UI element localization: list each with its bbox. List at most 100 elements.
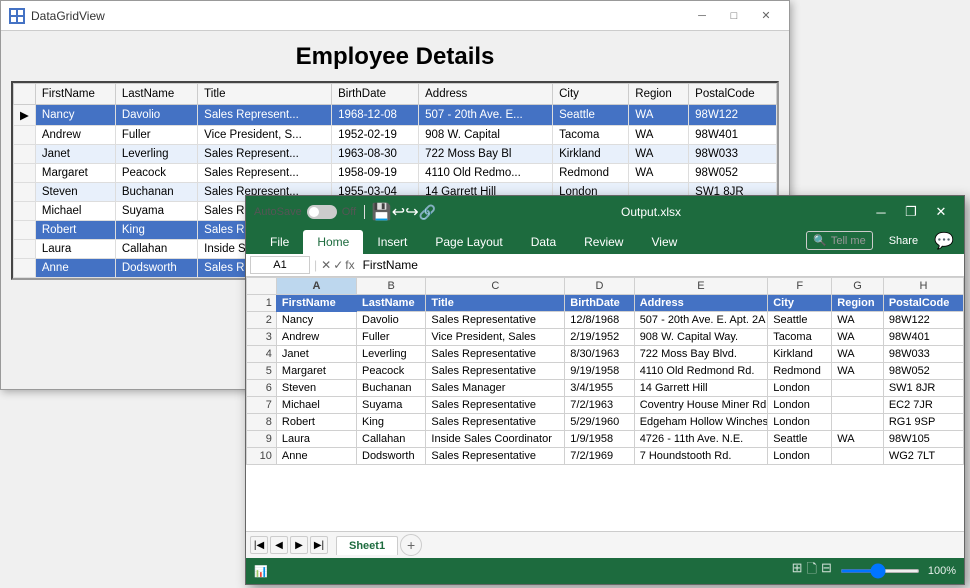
- list-item[interactable]: 4110 Old Redmond Rd.: [634, 363, 768, 380]
- table-row[interactable]: Vice President, S...: [198, 126, 332, 145]
- list-item[interactable]: 8/30/1963: [565, 346, 634, 363]
- list-item[interactable]: Edgeham Hollow Winchester Way: [634, 414, 768, 431]
- list-item[interactable]: 12/8/1968: [565, 312, 634, 329]
- table-row[interactable]: 1952-02-19: [332, 126, 419, 145]
- header-cell[interactable]: PostalCode: [883, 295, 963, 312]
- list-item[interactable]: WA: [832, 312, 884, 329]
- table-row[interactable]: 1968-12-08: [332, 105, 419, 126]
- table-row[interactable]: 4110 Old Redmo...: [419, 164, 553, 183]
- sheet-last-btn[interactable]: ▶|: [310, 536, 328, 554]
- table-row[interactable]: Robert: [35, 221, 115, 240]
- close-button[interactable]: ✕: [751, 6, 781, 26]
- table-row[interactable]: Davolio: [115, 105, 197, 126]
- list-item[interactable]: WG2 7LT: [883, 448, 963, 465]
- header-cell[interactable]: Region: [832, 295, 884, 312]
- table-row[interactable]: Sales Represent...: [198, 145, 332, 164]
- list-item[interactable]: Janet: [276, 346, 356, 363]
- list-item[interactable]: 507 - 20th Ave. E. Apt. 2A: [634, 312, 768, 329]
- list-item[interactable]: Sales Representative: [426, 448, 565, 465]
- col-B[interactable]: B: [357, 278, 426, 295]
- excel-restore-button[interactable]: ❐: [896, 196, 926, 228]
- list-item[interactable]: Tacoma: [768, 329, 832, 346]
- col-title[interactable]: Title: [198, 84, 332, 105]
- table-row[interactable]: Steven: [35, 183, 115, 202]
- list-item[interactable]: Steven: [276, 380, 356, 397]
- list-item[interactable]: 908 W. Capital Way.: [634, 329, 768, 346]
- col-G[interactable]: G: [832, 278, 884, 295]
- list-item[interactable]: Andrew: [276, 329, 356, 346]
- list-item[interactable]: Michael: [276, 397, 356, 414]
- table-row[interactable]: Dodsworth: [115, 259, 197, 278]
- col-firstname[interactable]: FirstName: [35, 84, 115, 105]
- col-address[interactable]: Address: [419, 84, 553, 105]
- table-row[interactable]: Nancy: [35, 105, 115, 126]
- table-row[interactable]: Suyama: [115, 202, 197, 221]
- list-item[interactable]: EC2 7JR: [883, 397, 963, 414]
- list-item[interactable]: Sales Representative: [426, 312, 565, 329]
- col-H[interactable]: H: [883, 278, 963, 295]
- list-item[interactable]: Davolio: [357, 312, 426, 329]
- list-item[interactable]: Nancy: [276, 312, 356, 329]
- tab-file[interactable]: File: [256, 230, 303, 254]
- table-row[interactable]: Margaret: [35, 164, 115, 183]
- header-cell[interactable]: Title: [426, 295, 565, 312]
- table-row[interactable]: Fuller: [115, 126, 197, 145]
- list-item[interactable]: 7 Houndstooth Rd.: [634, 448, 768, 465]
- table-row[interactable]: Callahan: [115, 240, 197, 259]
- tab-review[interactable]: Review: [570, 230, 637, 254]
- list-item[interactable]: [832, 448, 884, 465]
- col-C[interactable]: C: [426, 278, 565, 295]
- sheet1-tab[interactable]: Sheet1: [336, 536, 398, 555]
- tab-page-layout[interactable]: Page Layout: [421, 230, 516, 254]
- list-item[interactable]: Laura: [276, 431, 356, 448]
- share-button[interactable]: Share: [879, 232, 928, 250]
- table-row[interactable]: WA: [629, 105, 689, 126]
- table-row[interactable]: Kirkland: [553, 145, 629, 164]
- list-item[interactable]: Sales Representative: [426, 363, 565, 380]
- tell-me-box[interactable]: 🔍 Tell me: [806, 231, 873, 250]
- minimize-button[interactable]: ─: [687, 6, 717, 26]
- tab-insert[interactable]: Insert: [363, 230, 421, 254]
- list-item[interactable]: London: [768, 380, 832, 397]
- list-item[interactable]: 14 Garrett Hill: [634, 380, 768, 397]
- list-item[interactable]: SW1 8JR: [883, 380, 963, 397]
- table-row[interactable]: 722 Moss Bay Bl: [419, 145, 553, 164]
- table-row[interactable]: Laura: [35, 240, 115, 259]
- table-row[interactable]: WA: [629, 126, 689, 145]
- list-item[interactable]: Inside Sales Coordinator: [426, 431, 565, 448]
- col-F[interactable]: F: [768, 278, 832, 295]
- list-item[interactable]: WA: [832, 363, 884, 380]
- table-row[interactable]: King: [115, 221, 197, 240]
- table-row[interactable]: Sales Represent...: [198, 164, 332, 183]
- list-item[interactable]: [832, 397, 884, 414]
- header-cell[interactable]: LastName: [357, 295, 426, 312]
- list-item[interactable]: Fuller: [357, 329, 426, 346]
- page-break-view-icon[interactable]: ⊟: [821, 560, 832, 582]
- confirm-formula-icon[interactable]: ✓: [333, 258, 343, 272]
- excel-close-button[interactable]: ✕: [926, 196, 956, 228]
- zoom-slider[interactable]: [840, 569, 920, 573]
- col-E[interactable]: E: [634, 278, 768, 295]
- table-row[interactable]: WA: [629, 145, 689, 164]
- list-item[interactable]: 98W105: [883, 431, 963, 448]
- list-item[interactable]: King: [357, 414, 426, 431]
- table-row[interactable]: WA: [629, 164, 689, 183]
- tab-home[interactable]: Home: [303, 230, 363, 254]
- list-item[interactable]: 7/2/1969: [565, 448, 634, 465]
- list-item[interactable]: Margaret: [276, 363, 356, 380]
- list-item[interactable]: WA: [832, 329, 884, 346]
- table-row[interactable]: 1963-08-30: [332, 145, 419, 164]
- excel-minimize-button[interactable]: ─: [866, 196, 896, 228]
- list-item[interactable]: 5/29/1960: [565, 414, 634, 431]
- list-item[interactable]: Sales Manager: [426, 380, 565, 397]
- comments-icon[interactable]: 💬: [934, 231, 954, 251]
- list-item[interactable]: 98W033: [883, 346, 963, 363]
- table-row[interactable]: Seattle: [553, 105, 629, 126]
- list-item[interactable]: 4726 - 11th Ave. N.E.: [634, 431, 768, 448]
- col-A[interactable]: A: [276, 278, 356, 295]
- maximize-button[interactable]: □: [719, 6, 749, 26]
- col-birthdate[interactable]: BirthDate: [332, 84, 419, 105]
- list-item[interactable]: Coventry House Miner Rd.: [634, 397, 768, 414]
- list-item[interactable]: 98W401: [883, 329, 963, 346]
- list-item[interactable]: Vice President, Sales: [426, 329, 565, 346]
